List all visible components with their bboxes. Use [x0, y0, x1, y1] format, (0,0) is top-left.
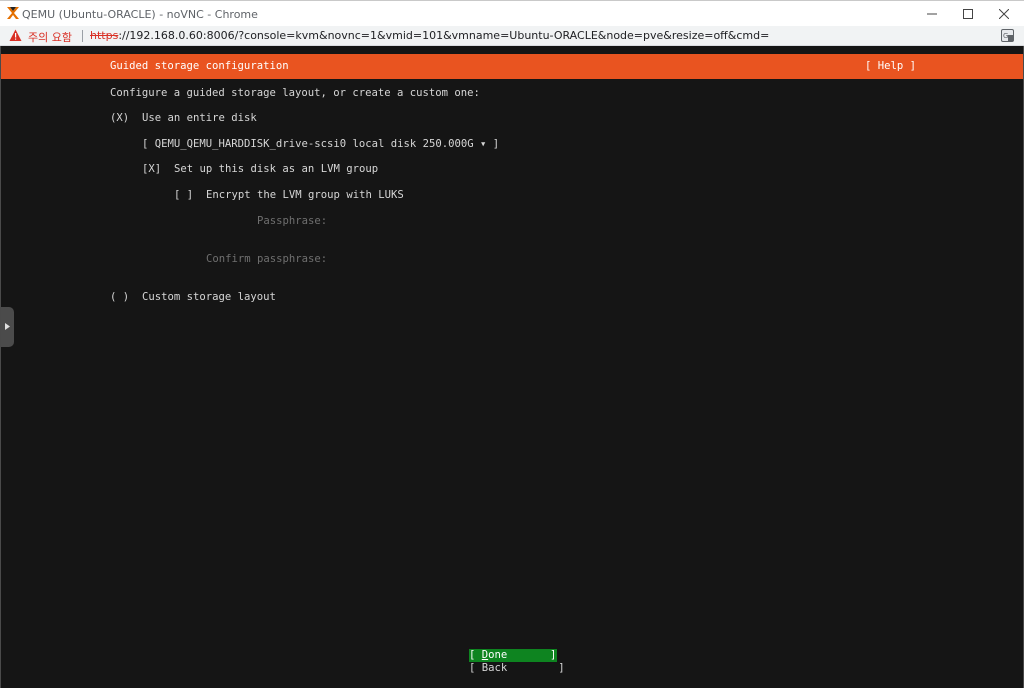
close-button[interactable]	[986, 1, 1022, 27]
window-title: QEMU (Ubuntu-ORACLE) - noVNC - Chrome	[22, 8, 258, 21]
custom-layout-label[interactable]: Custom storage layout	[142, 291, 276, 304]
minimize-button[interactable]	[914, 1, 950, 27]
translate-icon[interactable]: G	[1001, 29, 1014, 42]
warning-icon[interactable]	[9, 29, 22, 42]
encrypt-label[interactable]: Encrypt the LVM group with LUKS	[206, 189, 404, 202]
custom-layout-radio[interactable]: ( )	[110, 291, 129, 304]
installer-header: Guided storage configuration [ Help ]	[1, 54, 1023, 79]
done-close: ]	[550, 649, 557, 661]
vnc-console[interactable]: Guided storage configuration [ Help ] Co…	[0, 46, 1024, 688]
maximize-icon	[963, 9, 973, 19]
intro-text: Configure a guided storage layout, or cr…	[110, 87, 480, 99]
passphrase-field: Passphrase:	[257, 215, 328, 227]
lvm-label[interactable]: Set up this disk as an LVM group	[174, 163, 378, 176]
proxmox-x-icon	[7, 7, 19, 19]
done-rest: one	[488, 649, 508, 661]
maximize-button[interactable]	[950, 1, 986, 27]
url-rest: ://192.168.0.60:8006/?console=kvm&novnc=…	[118, 29, 770, 42]
encrypt-checkbox[interactable]: [ ]	[174, 189, 193, 202]
close-icon	[999, 9, 1009, 19]
done-button[interactable]: [ Done]	[469, 649, 557, 662]
done-open: [	[469, 649, 482, 661]
entire-disk-radio[interactable]: (X)	[110, 112, 129, 125]
confirm-passphrase-field: Confirm passphrase:	[206, 253, 328, 265]
minimize-icon	[927, 13, 937, 15]
back-button[interactable]: [ Back ]	[469, 662, 565, 675]
window-titlebar: QEMU (Ubuntu-ORACLE) - noVNC - Chrome	[0, 0, 1024, 26]
svg-text:G: G	[1003, 32, 1008, 40]
disk-select-dropdown[interactable]: [ QEMU_QEMU_HARDDISK_drive-scsi0 local d…	[142, 138, 499, 151]
chevron-right-icon	[5, 323, 10, 330]
divider	[82, 30, 83, 42]
help-button[interactable]: [ Help ]	[865, 60, 916, 73]
novnc-sidebar-handle[interactable]	[1, 307, 14, 347]
entire-disk-label[interactable]: Use an entire disk	[142, 112, 257, 125]
url-text[interactable]: https://192.168.0.60:8006/?console=kvm&n…	[90, 29, 769, 42]
page-title: Guided storage configuration	[110, 60, 289, 72]
address-bar[interactable]: 주의 요함 https://192.168.0.60:8006/?console…	[0, 26, 1024, 46]
lvm-checkbox[interactable]: [X]	[142, 163, 161, 176]
url-scheme: https	[90, 29, 119, 42]
security-warning[interactable]: 주의 요함	[28, 29, 72, 45]
